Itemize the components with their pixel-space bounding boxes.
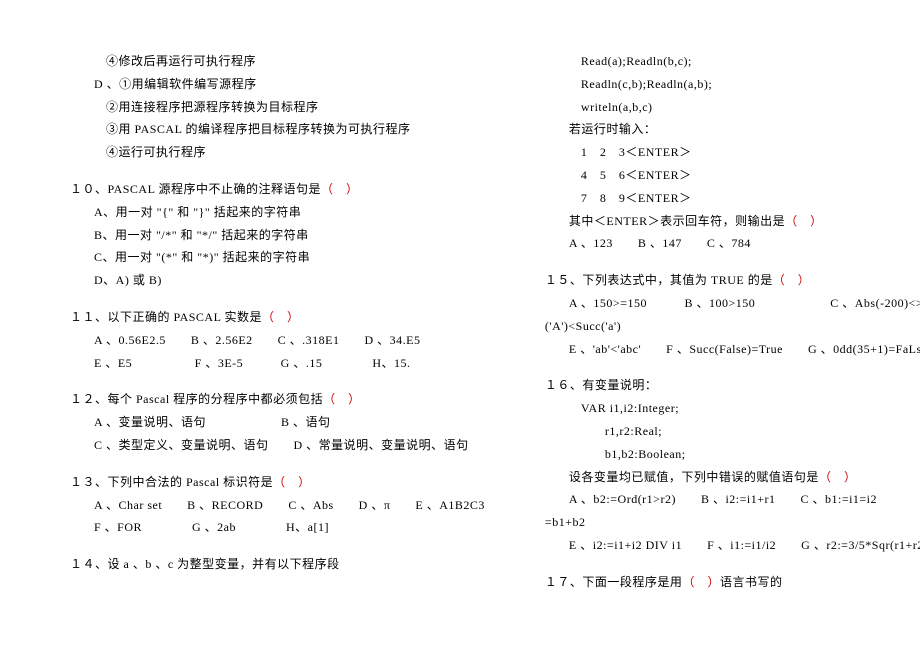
option-row: C 、类型定义、变量说明、语句 D 、常量说明、变量说明、语句 [70,434,485,457]
question-10: １０、PASCAL 源程序中不止确的注释语句是（ ） [70,178,485,201]
code-line: Readln(c,b);Readln(a,b); [545,73,920,96]
question-11: １１、以下正确的 PASCAL 实数是（ ） [70,306,485,329]
option: D、A) 或 B) [70,269,485,292]
option-row: E 、'ab'<'abc' F 、Succ(False)=True G 、0dd… [545,338,920,361]
option: A、用一对 "{" 和 "}" 括起来的字符串 [70,201,485,224]
option-row: E 、E5 F 、3E-5 G 、.15 H、15. [70,352,485,375]
option-row: A 、Char set B 、RECORD C 、Abs D 、π E 、A1B… [70,494,485,517]
code-line: VAR i1,i2:Integer; [545,397,920,420]
input-line: 7 8 9＜ENTER＞ [545,187,920,210]
input-line: 4 5 6＜ENTER＞ [545,164,920,187]
question-12: １２、每个 Pascal 程序的分程序中都必须包括（ ） [70,388,485,411]
question-13: １３、下列中合法的 Pascal 标识符是（ ） [70,471,485,494]
option-row: E 、i2:=i1+i2 DIV i1 F 、i1:=i1/i2 G 、r2:=… [545,534,920,557]
question-15: １５、下列表达式中，其值为 TRUE 的是（ ） [545,269,920,292]
answer-blank: （ ） [262,310,300,324]
two-column-layout: ④修改后再运行可执行程序 D 、①用编辑软件编写源程序 ②用连接程序把源程序转换… [70,50,890,594]
option-row: A 、0.56E2.5 B 、2.56E2 C 、.318E1 D 、34.E5 [70,329,485,352]
option: C、用一对 "(*" 和 "*)" 括起来的字符串 [70,246,485,269]
code-line: r1,r2:Real; [545,420,920,443]
question-17: １７、下面一段程序是用（ ）语言书写的 [545,571,920,594]
text-line: D 、①用编辑软件编写源程序 [70,73,485,96]
code-line: writeln(a,b,c) [545,96,920,119]
text-line: 设各变量均已赋值，下列中错误的赋值语句是（ ） [545,466,920,489]
text-line: 其中＜ENTER＞表示回车符，则输出是（ ） [545,210,920,233]
text-line: ②用连接程序把源程序转换为目标程序 [70,96,485,119]
option-row: =b1+b2 [545,511,920,534]
option-row: F 、FOR G 、2ab H、a[1] [70,516,485,539]
right-column: Read(a);Readln(b,c); Readln(c,b);Readln(… [545,50,920,594]
left-column: ④修改后再运行可执行程序 D 、①用编辑软件编写源程序 ②用连接程序把源程序转换… [70,50,485,594]
option-row: A 、b2:=Ord(r1>r2) B 、i2:=i1+r1 C 、b1:=i1… [545,488,920,511]
option-row: ('A')<Succ('a') [545,315,920,338]
answer-blank: （ ） [323,392,361,406]
code-line: b1,b2:Boolean; [545,443,920,466]
text-line: 若运行时输入： [545,118,920,141]
text-line: ④修改后再运行可执行程序 [70,50,485,73]
answer-blank: （ ） [785,214,823,228]
question-14: １４、设 a 、b 、c 为整型变量，并有以下程序段 [70,553,485,576]
option-row: A 、变量说明、语句 B 、语句 [70,411,485,434]
answer-blank: （ ） [819,470,857,484]
answer-blank: （ ） [321,182,359,196]
input-line: 1 2 3＜ENTER＞ [545,141,920,164]
answer-blank: （ ） [682,575,720,589]
option-row: A 、150>=150 B 、100>150 C 、Abs(-200)<>200… [545,292,920,315]
answer-blank: （ ） [773,273,811,287]
text-line: ④运行可执行程序 [70,141,485,164]
code-line: Read(a);Readln(b,c); [545,50,920,73]
option-row: A 、123 B 、147 C 、784 [545,232,920,255]
answer-blank: （ ） [273,475,311,489]
question-16: １６、有变量说明： [545,374,920,397]
option: B、用一对 "/*" 和 "*/" 括起来的字符串 [70,224,485,247]
text-line: ③用 PASCAL 的编译程序把目标程序转换为可执行程序 [70,118,485,141]
